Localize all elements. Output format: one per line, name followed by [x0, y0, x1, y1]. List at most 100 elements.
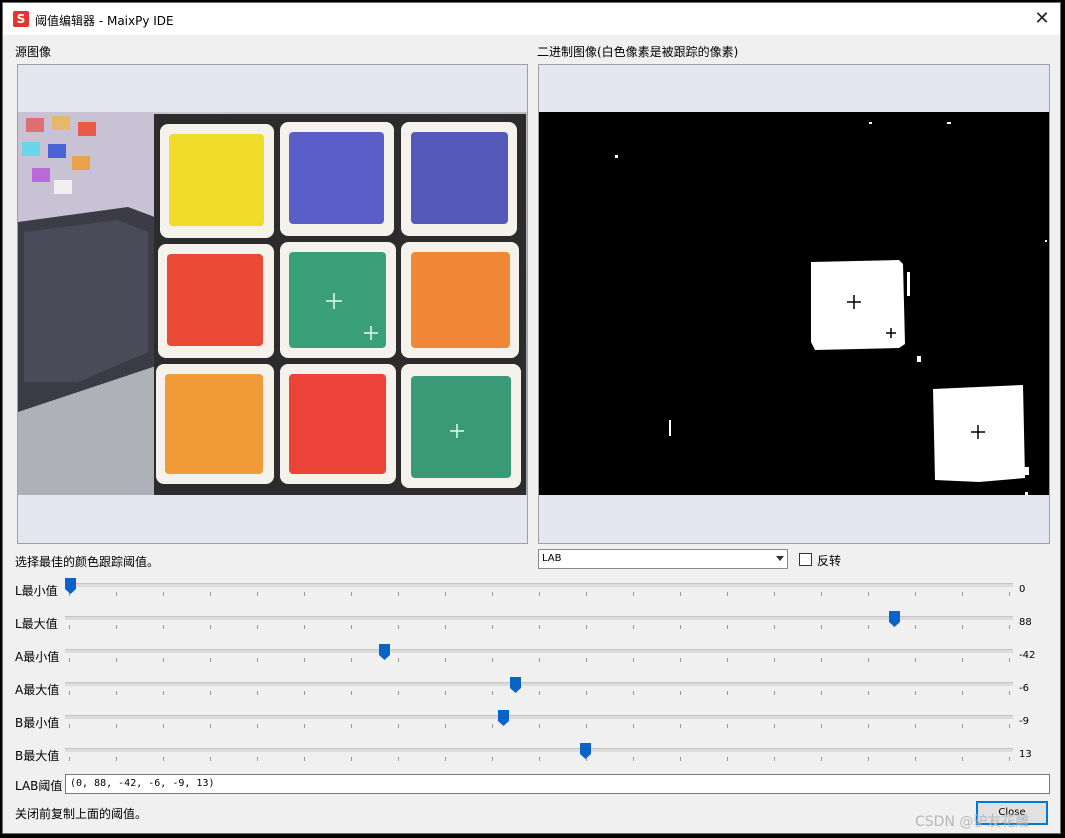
threshold-field[interactable]: (0, 88, -42, -6, -9, 13)	[65, 774, 1050, 794]
slider-tick	[727, 691, 728, 695]
slider-tick	[445, 592, 446, 596]
slider-label: L最大值	[15, 617, 58, 631]
slider-label: B最大值	[15, 749, 60, 763]
slider-tick	[116, 724, 117, 728]
source-image	[18, 112, 527, 495]
slider-track[interactable]	[65, 748, 1013, 752]
slider-tick	[398, 625, 399, 629]
slider-tick	[492, 691, 493, 695]
slider-tick	[868, 691, 869, 695]
slider-row-b-min: B最小值 -9	[3, 710, 1062, 740]
slider-tick	[915, 724, 916, 728]
slider-row-a-min: A最小值 -42	[3, 644, 1062, 674]
slider-tick	[69, 757, 70, 761]
slider-tick	[962, 724, 963, 728]
slider-tick	[915, 658, 916, 662]
slider-tick	[210, 592, 211, 596]
slider-tick	[539, 691, 540, 695]
app-logo-icon: S	[13, 11, 29, 27]
slider-tick	[398, 592, 399, 596]
slider-tick	[821, 592, 822, 596]
slider-tick	[351, 625, 352, 629]
slider-tick	[680, 625, 681, 629]
slider-tick	[116, 757, 117, 761]
slider-tick	[774, 625, 775, 629]
slider-ticks	[69, 658, 1010, 663]
slider-tick	[586, 625, 587, 629]
color-space-value: LAB	[542, 553, 562, 564]
slider-track[interactable]	[65, 715, 1013, 719]
slider-ticks	[69, 724, 1010, 729]
slider-handle[interactable]	[579, 743, 591, 759]
slider-track[interactable]	[65, 616, 1013, 620]
binary-image-label: 二进制图像(白色像素是被跟踪的像素)	[537, 45, 739, 59]
slider-tick	[633, 658, 634, 662]
slider-handle[interactable]	[888, 611, 900, 627]
slider-track[interactable]	[65, 583, 1013, 587]
source-image-label: 源图像	[15, 45, 52, 59]
slider-row-a-max: A最大值 -6	[3, 677, 1062, 707]
window-title: 阈值编辑器 - MaixPy IDE	[35, 14, 174, 28]
slider-tick	[257, 625, 258, 629]
instruction-text: 选择最佳的颜色跟踪阈值。	[15, 555, 160, 569]
slider-track[interactable]	[65, 682, 1013, 686]
slider-tick	[304, 592, 305, 596]
binary-mask	[539, 112, 1049, 495]
slider-tick	[774, 592, 775, 596]
slider-tick	[116, 691, 117, 695]
slider-handle[interactable]	[378, 644, 390, 660]
slider-handle[interactable]	[509, 677, 521, 693]
slider-tick	[304, 658, 305, 662]
slider-ticks	[69, 691, 1010, 696]
slider-tick	[1009, 592, 1010, 596]
slider-tick	[351, 592, 352, 596]
slider-tick	[727, 658, 728, 662]
slider-ticks	[69, 757, 1010, 762]
slider-tick	[915, 691, 916, 695]
source-image-panel	[17, 64, 528, 544]
dropdown-arrow-icon	[776, 556, 784, 561]
slider-tick	[868, 625, 869, 629]
slider-handle[interactable]	[498, 710, 510, 726]
slider-tick	[586, 691, 587, 695]
slider-tick	[445, 658, 446, 662]
slider-tick	[680, 592, 681, 596]
slider-tick	[210, 625, 211, 629]
slider-tick	[586, 592, 587, 596]
slider-row-l-max: L最大值 88	[3, 611, 1062, 641]
slider-tick	[116, 592, 117, 596]
slider-tick	[868, 724, 869, 728]
slider-tick	[821, 691, 822, 695]
slider-tick	[727, 724, 728, 728]
slider-value: -42	[1019, 650, 1036, 661]
slider-tick	[539, 757, 540, 761]
slider-tick	[116, 625, 117, 629]
slider-tick	[821, 658, 822, 662]
slider-handle[interactable]	[65, 578, 76, 594]
slider-tick	[915, 592, 916, 596]
slider-tick	[445, 724, 446, 728]
binary-image-panel	[538, 64, 1050, 544]
threshold-editor-window: S 阈值编辑器 - MaixPy IDE ✕ 源图像 二进制图像(白色像素是被跟…	[2, 2, 1061, 834]
slider-label: B最小值	[15, 716, 60, 730]
slider-tick	[633, 592, 634, 596]
slider-tick	[868, 658, 869, 662]
slider-tick	[304, 757, 305, 761]
close-icon[interactable]: ✕	[1030, 7, 1054, 31]
slider-track[interactable]	[65, 649, 1013, 653]
slider-tick	[962, 691, 963, 695]
slider-tick	[680, 691, 681, 695]
slider-tick	[492, 592, 493, 596]
slider-tick	[633, 691, 634, 695]
slider-value: -9	[1019, 716, 1029, 727]
color-space-select[interactable]: LAB	[538, 549, 788, 569]
slider-tick	[1009, 658, 1010, 662]
slider-tick	[257, 658, 258, 662]
slider-tick	[69, 691, 70, 695]
slider-tick	[821, 757, 822, 761]
slider-row-b-max: B最大值 13	[3, 743, 1062, 773]
slider-tick	[633, 625, 634, 629]
invert-checkbox[interactable]	[799, 553, 812, 566]
slider-tick	[445, 625, 446, 629]
slider-tick	[539, 592, 540, 596]
